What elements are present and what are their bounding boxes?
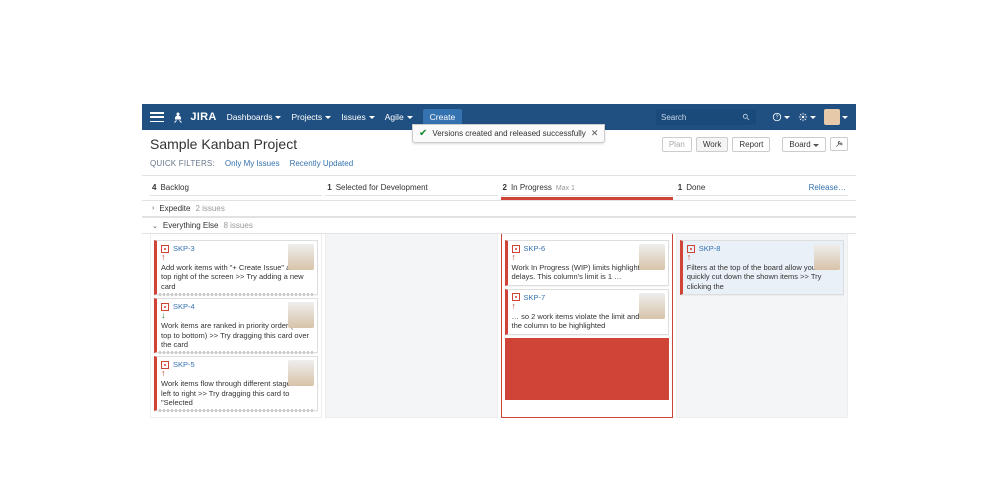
issuetype-icon (161, 361, 169, 369)
board-menu-button[interactable]: Board (782, 137, 826, 152)
column-done: 1DoneRelease… (676, 180, 848, 196)
issue-key[interactable]: SKP-5 (173, 360, 195, 369)
issuetype-icon (512, 293, 520, 301)
issue-card[interactable]: SKP-5 ↑ Work items flow through differen… (154, 356, 318, 411)
column-backlog: 4Backlog (150, 180, 322, 196)
priority-icon: ↑ (687, 252, 692, 262)
jira-logo-icon (172, 111, 184, 123)
release-link[interactable]: Release… (809, 183, 846, 192)
issuetype-icon (161, 245, 169, 253)
search-input[interactable] (656, 109, 756, 125)
help-icon[interactable]: ? (772, 112, 790, 122)
issuetype-icon (512, 245, 520, 253)
issuetype-icon (161, 303, 169, 311)
filter-recently-updated[interactable]: Recently Updated (290, 159, 354, 168)
issuetype-icon (687, 245, 695, 253)
issue-card[interactable]: SKP-6 ↑ Work In Progress (WIP) limits hi… (505, 240, 669, 286)
nav-dashboards[interactable]: Dashboards (227, 112, 282, 122)
close-icon[interactable]: ✕ (591, 128, 599, 139)
filter-only-my-issues[interactable]: Only My Issues (225, 159, 280, 168)
issue-card[interactable]: SKP-3 ↑ Add work items with "+ Create Is… (154, 240, 318, 295)
priority-icon: ↑ (161, 252, 166, 262)
swimlane-everything-else[interactable]: ⌄ Everything Else 8 issues (142, 217, 856, 234)
issue-card[interactable]: SKP-7 ↑ … so 2 work items violate the li… (505, 289, 669, 335)
assignee-avatar[interactable] (639, 244, 665, 270)
nav-issues[interactable]: Issues (341, 112, 375, 122)
issue-card[interactable]: SKP-4 ↓ Work items are ranked in priorit… (154, 298, 318, 353)
issue-key[interactable]: SKP-8 (699, 244, 721, 253)
nav-projects[interactable]: Projects (291, 112, 331, 122)
priority-icon: ↓ (161, 310, 166, 320)
swimlane-expedite[interactable]: › Expedite 2 issues (142, 200, 856, 217)
issue-key[interactable]: SKP-7 (524, 293, 546, 302)
cell-selected[interactable] (325, 234, 497, 418)
cell-backlog[interactable]: SKP-3 ↑ Add work items with "+ Create Is… (150, 234, 322, 418)
priority-icon: ↑ (512, 252, 517, 262)
svg-text:?: ? (776, 115, 779, 121)
check-icon: ✔ (419, 128, 427, 139)
work-button[interactable]: Work (696, 137, 729, 152)
cell-in-progress[interactable]: SKP-6 ↑ Work In Progress (WIP) limits hi… (501, 234, 673, 418)
cell-done[interactable]: SKP-8 ↑ Filters at the top of the board … (676, 234, 848, 418)
toast-text: Versions created and released successful… (432, 129, 585, 138)
report-button[interactable]: Report (732, 137, 770, 152)
assignee-avatar[interactable] (288, 302, 314, 328)
column-headers: 4Backlog 1Selected for Development 2In P… (142, 176, 856, 200)
column-in-progress: 2In ProgressMax 1 (501, 180, 673, 196)
issue-key[interactable]: SKP-3 (173, 244, 195, 253)
page-title: Sample Kanban Project (150, 136, 297, 152)
chevron-down-icon: ⌄ (152, 222, 158, 230)
assignee-avatar[interactable] (288, 360, 314, 386)
issue-key[interactable]: SKP-6 (524, 244, 546, 253)
quick-filters: QUICK FILTERS: Only My Issues Recently U… (142, 156, 856, 176)
create-button[interactable]: Create (423, 109, 463, 125)
quick-filters-label: QUICK FILTERS: (150, 159, 215, 168)
issue-key[interactable]: SKP-4 (173, 302, 195, 311)
assignee-avatar[interactable] (639, 293, 665, 319)
priority-icon: ↑ (161, 368, 166, 378)
assignee-avatar[interactable] (814, 244, 840, 270)
user-avatar[interactable] (824, 109, 848, 125)
menu-icon[interactable] (150, 110, 164, 124)
logo[interactable]: JIRA (172, 111, 217, 123)
nav-agile[interactable]: Agile (385, 112, 413, 122)
success-toast: ✔ Versions created and released successf… (412, 124, 605, 143)
priority-icon: ↑ (512, 301, 517, 311)
drop-zone[interactable] (329, 239, 493, 369)
chevron-right-icon: › (152, 205, 154, 212)
assignee-avatar[interactable] (288, 244, 314, 270)
swimlane-row: SKP-3 ↑ Add work items with "+ Create Is… (142, 234, 856, 418)
tools-icon (835, 140, 843, 148)
wip-violation-fill (505, 338, 669, 400)
plan-button[interactable]: Plan (662, 137, 692, 152)
settings-icon[interactable] (798, 112, 816, 122)
issue-card[interactable]: SKP-8 ↑ Filters at the top of the board … (680, 240, 844, 295)
column-selected: 1Selected for Development (325, 180, 497, 196)
board-tools-button[interactable] (830, 137, 848, 151)
search-icon[interactable] (742, 113, 750, 121)
